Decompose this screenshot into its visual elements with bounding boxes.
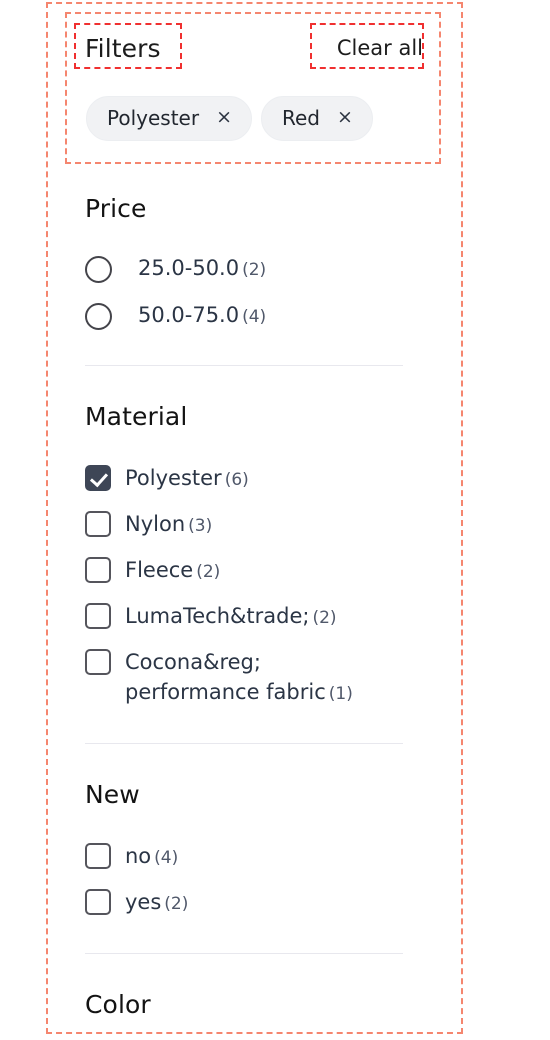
option-label-text: Cocona&reg; performance fabric: [125, 650, 326, 704]
checkbox-option-row[interactable]: Polyester (6): [85, 463, 405, 495]
checkbox-icon[interactable]: [85, 843, 111, 869]
checkbox-icon[interactable]: [85, 511, 111, 537]
option-label-text: LumaTech&trade;: [125, 604, 310, 628]
option-count: (3): [188, 516, 213, 536]
option-label: no (4): [125, 841, 178, 873]
checkbox-checked-icon[interactable]: [85, 465, 111, 491]
close-icon[interactable]: ×: [216, 107, 232, 127]
close-icon[interactable]: ×: [337, 107, 353, 127]
option-count: (1): [328, 684, 353, 704]
option-label: LumaTech&trade; (2): [125, 601, 337, 633]
filter-sections: Price 25.0-50.0 (2) 50.0-75.0 (4) Material Pol…: [85, 196, 405, 1017]
option-count: (6): [224, 470, 249, 490]
option-label-text: 50.0-75.0: [138, 303, 240, 327]
active-filter-chips: Polyester × Red ×: [86, 96, 373, 141]
clear-all-button[interactable]: Clear all: [337, 37, 425, 59]
section-heading: Material: [85, 402, 188, 431]
checkbox-option-row[interactable]: no (4): [85, 841, 405, 873]
radio-option-row[interactable]: 50.0-75.0 (4): [85, 302, 405, 331]
option-label: Fleece (2): [125, 555, 220, 587]
option-label: 50.0-75.0 (4): [138, 302, 266, 331]
checkbox-icon[interactable]: [85, 603, 111, 629]
radio-button-icon[interactable]: [85, 256, 112, 283]
page-title: Filters: [85, 33, 161, 63]
checkbox-icon[interactable]: [85, 889, 111, 915]
option-label: 25.0-50.0 (2): [138, 255, 266, 284]
option-label-text: no: [125, 844, 152, 868]
option-count: (2): [242, 260, 267, 280]
option-list: no (4) yes (2): [85, 841, 405, 919]
section-heading: New: [85, 780, 140, 809]
option-count: (2): [312, 608, 337, 628]
checkbox-option-row[interactable]: Fleece (2): [85, 555, 405, 587]
filter-section: Color: [85, 992, 405, 1017]
option-label-text: yes: [125, 890, 162, 914]
filter-chip-label: Polyester: [107, 106, 200, 130]
option-label: Nylon (3): [125, 509, 212, 541]
filter-chip-label: Red: [282, 106, 320, 130]
option-label-text: Nylon: [125, 512, 186, 536]
option-count: (4): [154, 848, 179, 868]
checkbox-icon[interactable]: [85, 649, 111, 675]
section-heading: Price: [85, 194, 147, 223]
radio-button-icon[interactable]: [85, 303, 112, 330]
section-heading: Color: [85, 990, 151, 1019]
radio-option-row[interactable]: 25.0-50.0 (2): [85, 255, 405, 284]
option-label-text: Fleece: [125, 558, 194, 582]
filter-section: Price 25.0-50.0 (2) 50.0-75.0 (4): [85, 196, 405, 404]
option-label: Cocona&reg; performance fabric (1): [125, 647, 397, 709]
filter-section: New no (4) yes (2): [85, 782, 405, 992]
option-count: (4): [242, 307, 267, 327]
filters-panel: Filters Clear all Polyester × Red × Price 25…: [0, 0, 550, 1040]
checkbox-icon[interactable]: [85, 557, 111, 583]
checkbox-option-row[interactable]: yes (2): [85, 887, 405, 919]
filter-chip[interactable]: Red ×: [261, 96, 373, 141]
option-label: Polyester (6): [125, 463, 249, 495]
option-label-text: Polyester: [125, 466, 222, 490]
option-list: Polyester (6) Nylon (3) Fleece (2) LumaTech&tr…: [85, 463, 405, 709]
option-count: (2): [196, 562, 221, 582]
option-label-text: 25.0-50.0: [138, 256, 240, 280]
checkbox-option-row[interactable]: Cocona&reg; performance fabric (1): [85, 647, 405, 709]
checkbox-option-row[interactable]: Nylon (3): [85, 509, 405, 541]
filter-chip[interactable]: Polyester ×: [86, 96, 252, 141]
checkbox-option-row[interactable]: LumaTech&trade; (2): [85, 601, 405, 633]
option-label: yes (2): [125, 887, 188, 919]
filter-section: Material Polyester (6) Nylon (3) Fleece (2) Lum…: [85, 404, 405, 782]
option-list: 25.0-50.0 (2) 50.0-75.0 (4): [85, 255, 405, 331]
filters-header: Filters Clear all: [85, 26, 425, 70]
option-count: (2): [164, 894, 189, 914]
